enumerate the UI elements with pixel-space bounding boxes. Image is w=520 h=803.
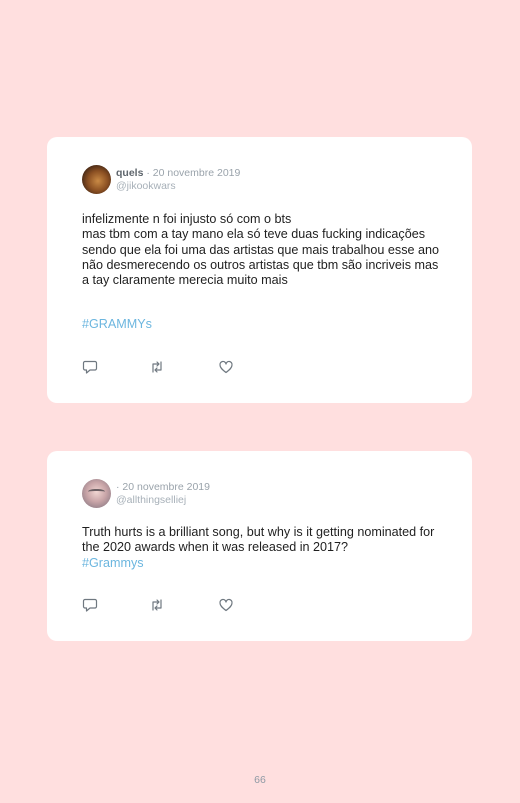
tweet-meta: quels · 20 novembre 2019 @jikookwars	[116, 167, 240, 193]
display-name[interactable]: quels	[116, 167, 143, 179]
page-number: 66	[254, 774, 266, 786]
tweet-card: · 20 novembre 2019 @allthingselliej Trut…	[47, 451, 472, 641]
retweet-icon[interactable]	[149, 359, 165, 375]
reply-icon[interactable]	[82, 359, 98, 375]
tweet-date: · 20 novembre 2019	[146, 167, 241, 179]
tweet-text: Truth hurts is a brilliant song, but why…	[82, 525, 435, 555]
user-handle[interactable]: @allthingselliej	[116, 494, 210, 507]
tweet-text: infelizmente n foi injusto só com o bts …	[82, 212, 440, 288]
tweet-card: quels · 20 novembre 2019 @jikookwars inf…	[47, 137, 472, 403]
like-icon[interactable]	[218, 597, 234, 613]
like-icon[interactable]	[218, 359, 234, 375]
tweet-meta: · 20 novembre 2019 @allthingselliej	[116, 481, 210, 507]
reply-icon[interactable]	[82, 597, 98, 613]
retweet-icon[interactable]	[149, 597, 165, 613]
tweet-date: · 20 novembre 2019	[116, 481, 210, 493]
avatar[interactable]	[82, 479, 111, 508]
hashtag-link[interactable]: #GRAMMYs	[82, 317, 152, 331]
hashtag-link[interactable]: #Grammys	[82, 556, 144, 570]
avatar[interactable]	[82, 165, 111, 194]
user-handle[interactable]: @jikookwars	[116, 180, 240, 193]
tweet-text-block: Truth hurts is a brilliant song, but why…	[82, 525, 442, 571]
